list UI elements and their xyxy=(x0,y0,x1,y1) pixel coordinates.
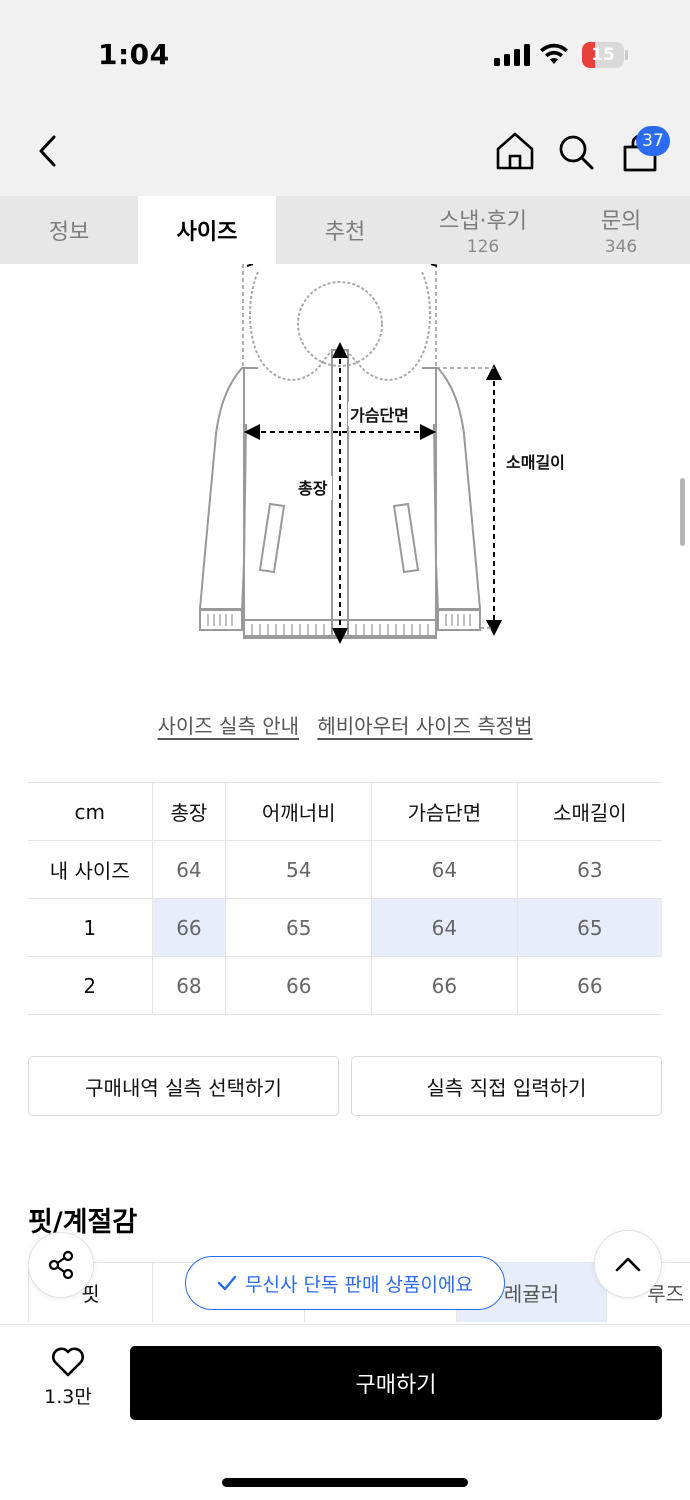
tab-label: 추천 xyxy=(324,220,366,245)
cell: 64 xyxy=(371,840,518,899)
label-chest: 가슴단면 xyxy=(350,406,409,425)
scrollbar[interactable] xyxy=(680,478,685,546)
header-chest: 가슴단면 xyxy=(371,782,518,841)
label-sleeve: 소매길이 xyxy=(506,453,565,472)
header-sleeve: 소매길이 xyxy=(516,782,662,841)
cell: 65 xyxy=(225,898,372,957)
tab-info[interactable]: 정보 xyxy=(0,196,138,264)
buy-button[interactable]: 구매하기 xyxy=(130,1346,662,1420)
back-arrow-icon[interactable] xyxy=(34,134,62,168)
fit-season-title: 핏/계절감 xyxy=(28,1207,138,1238)
check-icon xyxy=(217,1275,237,1291)
tab-label: 사이즈 xyxy=(176,220,238,245)
cell: 63 xyxy=(516,840,662,899)
status-time: 1:04 xyxy=(98,38,170,71)
search-icon[interactable] xyxy=(556,132,596,172)
home-indicator xyxy=(222,1478,468,1487)
cell-highlighted: 64 xyxy=(371,898,518,957)
battery-icon: 15 xyxy=(582,42,628,68)
scroll-top-button[interactable] xyxy=(594,1230,662,1298)
header-unit: cm xyxy=(28,782,152,841)
product-tabs: 정보 사이즈 추천 스냅·후기 126 문의 346 xyxy=(0,196,690,264)
tab-label: 정보 xyxy=(48,220,90,245)
cell: 66 xyxy=(371,956,518,1015)
tab-size[interactable]: 사이즈 xyxy=(138,196,276,264)
row-label: 2 xyxy=(28,956,152,1015)
tab-label: 스냅·후기 xyxy=(439,209,527,234)
status-bar: 1:04 15 xyxy=(0,0,690,104)
wifi-icon xyxy=(540,43,568,64)
table-row: 1 66 65 64 65 xyxy=(28,898,662,957)
heavy-outer-guide-link[interactable]: 헤비아우터 사이즈 측정법 xyxy=(317,714,532,738)
manual-measure-input-button[interactable]: 실측 직접 입력하기 xyxy=(351,1056,662,1116)
exclusive-text: 무신사 단독 판매 상품이에요 xyxy=(245,1273,473,1296)
top-nav-bar xyxy=(0,104,690,196)
header-total-length: 총장 xyxy=(151,782,226,841)
tab-count: 126 xyxy=(466,237,500,257)
home-icon[interactable] xyxy=(494,130,536,172)
label-length: 총장 xyxy=(298,479,328,498)
header-shoulder: 어깨너비 xyxy=(225,782,372,841)
size-measurement-diagram: 가슴단면 총장 소매길이 xyxy=(198,264,565,644)
cell-highlighted: 66 xyxy=(151,898,226,957)
cart-count-badge: 37 xyxy=(636,126,670,156)
like-count: 1.3만 xyxy=(44,1386,92,1408)
cell: 54 xyxy=(225,840,372,899)
cell: 68 xyxy=(151,956,226,1015)
tab-recommend[interactable]: 추천 xyxy=(276,196,414,264)
cell: 64 xyxy=(151,840,226,899)
share-button[interactable] xyxy=(28,1232,94,1298)
tab-inquiry[interactable]: 문의 346 xyxy=(552,196,690,264)
row-label: 1 xyxy=(28,898,152,957)
cell: 66 xyxy=(516,956,662,1015)
table-row: 내 사이즈 64 54 64 63 xyxy=(28,840,662,899)
signal-icon xyxy=(494,44,530,66)
size-table: cm 총장 어깨너비 가슴단면 소매길이 내 사이즈 64 54 64 63 1… xyxy=(28,782,662,1015)
purchase-history-measure-button[interactable]: 구매내역 실측 선택하기 xyxy=(28,1056,339,1116)
table-header-row: cm 총장 어깨너비 가슴단면 소매길이 xyxy=(28,782,662,841)
tab-count: 346 xyxy=(604,237,638,257)
share-icon xyxy=(48,1250,74,1280)
like-button[interactable]: 1.3만 xyxy=(28,1346,108,1409)
cell: 66 xyxy=(225,956,372,1015)
heart-icon xyxy=(52,1347,84,1377)
row-label: 내 사이즈 xyxy=(28,840,152,899)
tab-snap-review[interactable]: 스냅·후기 126 xyxy=(414,196,552,264)
tab-label: 문의 xyxy=(600,209,642,234)
cell-highlighted: 65 xyxy=(516,898,662,957)
exclusive-badge: 무신사 단독 판매 상품이에요 xyxy=(185,1256,505,1310)
size-guide-link[interactable]: 사이즈 실측 안내 xyxy=(158,714,300,738)
battery-level: 15 xyxy=(591,45,615,65)
size-guide-links: 사이즈 실측 안내 헤비아우터 사이즈 측정법 xyxy=(0,710,690,739)
table-row: 2 68 66 66 66 xyxy=(28,956,662,1015)
chevron-up-icon xyxy=(615,1257,641,1272)
